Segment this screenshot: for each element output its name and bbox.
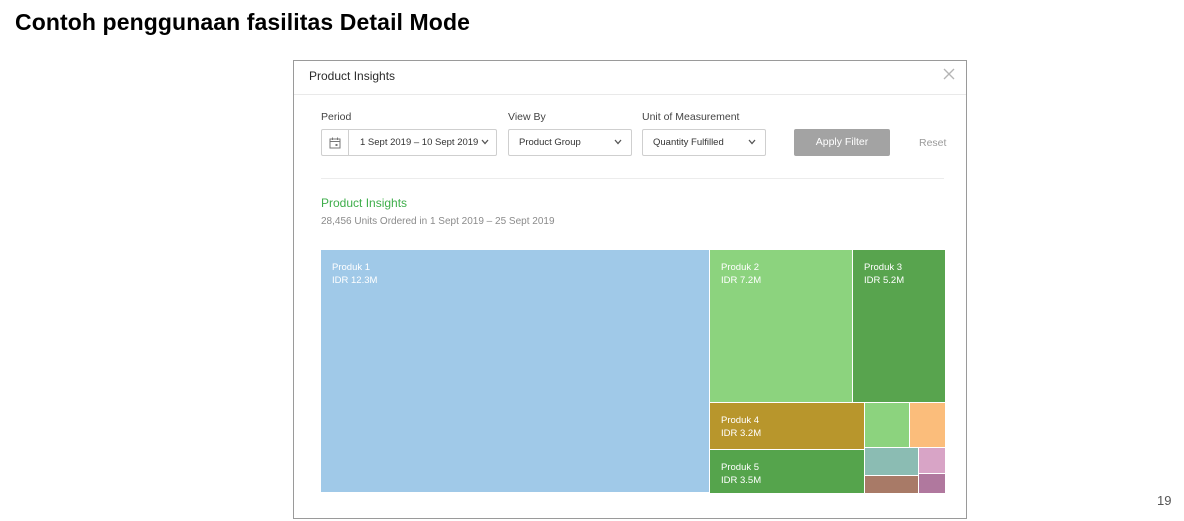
units-ordered-summary: 28,456 Units Ordered in 1 Sept 2019 – 25… [321,216,555,227]
period-value: 1 Sept 2019 – 10 Sept 2019 [360,137,479,148]
unit-of-measurement-select[interactable]: Quantity Fulfilled [642,129,766,156]
treemap-tile-small[interactable] [865,448,919,476]
treemap-tile-produk-4[interactable]: Produk 4 IDR 3.2M [710,403,865,450]
tile-value: IDR 3.5M [721,475,762,486]
page-number: 19 [1157,493,1172,508]
tile-name: Produk 5 [721,462,760,473]
treemap-tile-small[interactable] [865,476,919,493]
divider [321,178,944,179]
product-insights-title: Product Insights [321,196,408,210]
treemap-tile-produk-5[interactable]: Produk 5 IDR 3.5M [710,450,865,493]
tile-value: IDR 5.2M [864,275,905,286]
slide-title: Contoh penggunaan fasilitas Detail Mode [15,9,470,35]
chevron-down-icon [614,139,622,145]
tile-name: Produk 2 [721,262,760,273]
treemap-tile-produk-2[interactable]: Produk 2 IDR 7.2M [710,250,853,403]
tile-value: IDR 3.2M [721,428,762,439]
treemap-tile-small[interactable] [919,448,945,474]
tile-value: IDR 7.2M [721,275,762,286]
tile-value: IDR 12.3M [332,275,378,286]
modal-header: Product Insights [294,61,966,95]
treemap-tile-small[interactable] [910,403,945,448]
treemap-tile-produk-3[interactable]: Produk 3 IDR 5.2M [853,250,945,403]
unit-value: Quantity Fulfilled [653,137,724,148]
view-by-value: Product Group [519,137,581,148]
modal-title: Product Insights [309,69,396,83]
unit-of-measurement-label: Unit of Measurement [642,111,740,123]
treemap-tile-small[interactable] [919,474,945,493]
calendar-button[interactable] [322,130,349,155]
apply-filter-button[interactable]: Apply Filter [794,129,890,156]
tile-name: Produk 1 [332,262,371,273]
product-insights-modal: Product Insights Period View By Unit of … [293,60,967,519]
period-label: Period [321,111,352,123]
treemap-tile-produk-1[interactable]: Produk 1 IDR 12.3M [321,250,710,493]
reset-button[interactable]: Reset [919,137,946,149]
treemap-tile-small[interactable] [865,403,910,448]
calendar-icon [329,137,341,149]
view-by-label: View By [508,111,546,123]
chevron-down-icon [748,139,756,145]
tile-name: Produk 4 [721,415,760,426]
view-by-select[interactable]: Product Group [508,129,632,156]
period-date-picker[interactable]: 1 Sept 2019 – 10 Sept 2019 [321,129,497,156]
close-icon[interactable] [942,67,956,81]
chevron-down-icon [481,139,489,145]
product-treemap: Produk 1 IDR 12.3M Produk 2 IDR 7.2M Pro… [321,250,945,493]
tile-name: Produk 3 [864,262,903,273]
